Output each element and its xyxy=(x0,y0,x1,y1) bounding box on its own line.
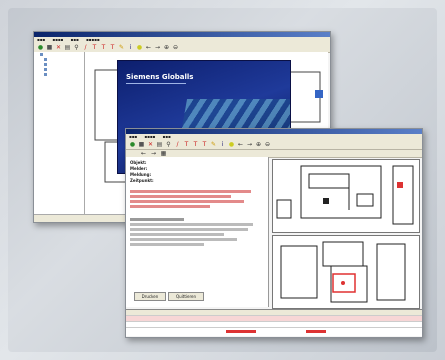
table-cell xyxy=(363,316,422,321)
search-icon[interactable]: ⚲ xyxy=(165,141,172,148)
zoom-out-icon[interactable]: ⊖ xyxy=(172,44,179,51)
arrow-right-icon[interactable]: → xyxy=(246,141,253,148)
sensor-icon[interactable] xyxy=(315,90,323,98)
folder-icon xyxy=(40,53,43,56)
floor-plan-bottom[interactable] xyxy=(272,235,420,309)
floor-plan-top-drawing xyxy=(276,165,414,225)
save-icon[interactable]: ■ xyxy=(138,141,145,148)
table-cell xyxy=(126,316,185,321)
instructions-block xyxy=(130,218,264,246)
open-icon[interactable]: ● xyxy=(37,44,44,51)
splash-title: Siemens Globalls xyxy=(126,73,194,81)
draw-icon[interactable]: / xyxy=(82,44,89,51)
table-row[interactable] xyxy=(126,322,422,328)
info-icon[interactable]: i xyxy=(219,141,226,148)
table-cell xyxy=(304,322,363,327)
table-cell xyxy=(126,322,185,327)
print-icon[interactable]: ▤ xyxy=(156,141,163,148)
column-header[interactable] xyxy=(126,310,185,315)
tool-icon[interactable]: T xyxy=(201,141,208,148)
tree-panel xyxy=(34,52,85,214)
menu-item[interactable]: ▪▪▪ xyxy=(129,134,137,139)
arrow-right-icon[interactable]: → xyxy=(150,151,157,157)
tool-icon[interactable]: T xyxy=(100,44,107,51)
pencil-icon[interactable]: ✎ xyxy=(118,44,125,51)
tool-icon[interactable]: T xyxy=(183,141,190,148)
zoom-icon[interactable]: ⊕ xyxy=(255,141,262,148)
table-cell xyxy=(244,316,303,321)
table-cell xyxy=(363,322,422,327)
print-icon[interactable]: ▤ xyxy=(64,44,71,51)
save-icon[interactable]: ■ xyxy=(46,44,53,51)
column-header[interactable] xyxy=(185,310,244,315)
column-header[interactable] xyxy=(363,310,422,315)
zoom-icon[interactable]: ⊕ xyxy=(163,44,170,51)
folder-icon xyxy=(44,58,47,61)
menu-item[interactable]: ▪▪▪ xyxy=(163,134,171,139)
events-table xyxy=(126,309,422,336)
search-icon[interactable]: ⚲ xyxy=(73,44,80,51)
tool-icon[interactable]: T xyxy=(109,44,116,51)
info-icon[interactable]: i xyxy=(127,44,134,51)
folder-icon xyxy=(44,73,47,76)
acknowledge-button[interactable]: Quittieren xyxy=(168,292,204,301)
table-cell xyxy=(185,322,244,327)
table-cell xyxy=(185,316,244,321)
tool-icon[interactable]: T xyxy=(91,44,98,51)
draw-icon[interactable]: / xyxy=(174,141,181,148)
folder-icon xyxy=(44,68,47,71)
pencil-icon[interactable]: ✎ xyxy=(210,141,217,148)
menu-item[interactable]: ▪▪▪ xyxy=(71,37,79,42)
grid-icon[interactable]: ▦ xyxy=(160,151,167,157)
front-window-toolbar: ● ■ ✕ ▤ ⚲ / T T T ✎ i ● ← → ⊕ ⊖ xyxy=(126,139,422,150)
arrow-left-icon[interactable]: ← xyxy=(145,44,152,51)
column-header[interactable] xyxy=(304,310,363,315)
alarm-report-pane: Objekt: Melder: Meldung: Zeitpunkt: Druc… xyxy=(126,157,269,307)
open-icon[interactable]: ● xyxy=(129,141,136,148)
delete-icon[interactable]: ✕ xyxy=(55,44,62,51)
arrow-left-icon[interactable]: ← xyxy=(140,151,147,157)
table-cell xyxy=(304,316,363,321)
table-cell xyxy=(244,322,303,327)
folder-icon xyxy=(44,63,47,66)
alarm-indicator xyxy=(306,330,326,333)
tree-item[interactable] xyxy=(34,72,84,77)
menu-item[interactable]: ▪▪▪▪▪ xyxy=(86,37,100,42)
menu-item[interactable]: ▪▪▪▪ xyxy=(52,37,63,42)
column-header[interactable] xyxy=(244,310,303,315)
alarm-indicator xyxy=(226,330,256,333)
floor-plan-bottom-drawing xyxy=(280,241,406,303)
bulb-icon[interactable]: ● xyxy=(228,141,235,148)
arrow-left-icon[interactable]: ← xyxy=(237,141,244,148)
alarm-point-icon[interactable] xyxy=(341,281,345,285)
delete-icon[interactable]: ✕ xyxy=(147,141,154,148)
bulb-icon[interactable]: ● xyxy=(136,44,143,51)
alarm-marker-icon[interactable] xyxy=(397,182,403,188)
menu-item[interactable]: ▪▪▪ xyxy=(37,37,45,42)
arrow-right-icon[interactable]: → xyxy=(154,44,161,51)
menu-item[interactable]: ▪▪▪▪ xyxy=(144,134,155,139)
zoom-out-icon[interactable]: ⊖ xyxy=(264,141,271,148)
print-button[interactable]: Drucken xyxy=(134,292,166,301)
sensor-icon[interactable] xyxy=(323,198,329,204)
floor-plan-top[interactable] xyxy=(272,159,420,233)
tool-icon[interactable]: T xyxy=(192,141,199,148)
front-window: ▪▪▪ ▪▪▪▪ ▪▪▪ ● ■ ✕ ▤ ⚲ / T T T ✎ i ● ← →… xyxy=(125,128,423,338)
splash-divider xyxy=(126,83,186,84)
red-text-block xyxy=(130,190,264,208)
